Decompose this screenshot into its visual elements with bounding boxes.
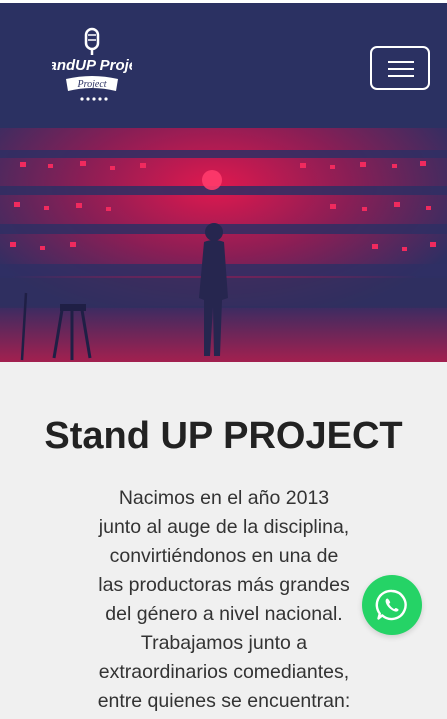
description-line: del género a nivel nacional.	[105, 603, 343, 625]
intro-section: Stand UP PROJECT Nacimos en el año 2013 …	[0, 362, 447, 719]
navbar: StandUP Project Project	[0, 0, 447, 128]
standup-project-logo[interactable]: StandUP Project Project	[52, 23, 132, 109]
page-title: Stand UP PROJECT	[44, 415, 403, 457]
description-line: extraordinarios comediantes,	[98, 661, 350, 683]
hamburger-menu-button[interactable]	[370, 46, 430, 90]
description-line: convirtiéndonos en una de	[109, 545, 339, 567]
menu-bar	[388, 75, 414, 77]
description-line: las productoras más grandes	[98, 574, 350, 596]
description-line: entre quienes se encuentran:	[97, 690, 351, 712]
whatsapp-icon	[375, 589, 407, 621]
menu-bar	[388, 68, 414, 70]
intro-description: Nacimos en el año 2013 junto al auge de …	[74, 484, 374, 716]
whatsapp-button[interactable]	[362, 575, 422, 635]
description-line: Trabajamos junto a	[140, 632, 308, 654]
logo-wordmark: StandUP Project	[52, 57, 132, 74]
description-line: junto al auge de la disciplina,	[98, 516, 350, 538]
hero-theater-image	[0, 128, 447, 362]
svg-text:Project: Project	[76, 79, 106, 90]
menu-bar	[388, 61, 414, 63]
description-line: Nacimos en el año 2013	[118, 487, 330, 509]
